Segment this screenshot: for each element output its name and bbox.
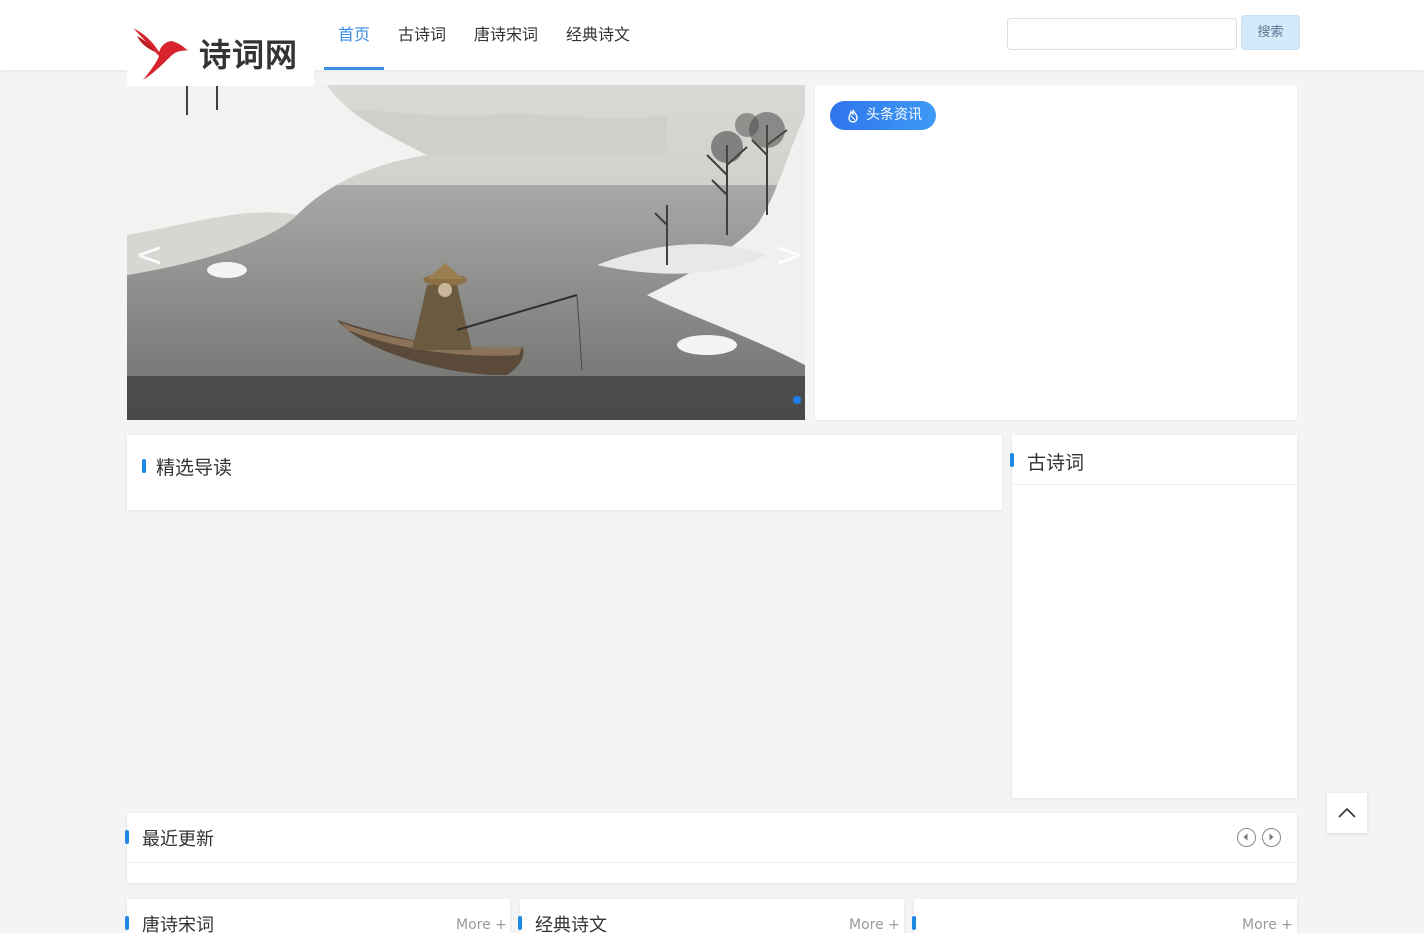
carousel-prev-arrow[interactable]: < (135, 235, 164, 275)
recent-updates-panel: 最近更新 (125, 813, 1297, 883)
more-link[interactable]: More + (1242, 917, 1293, 933)
site-logo[interactable]: 诗词网 (127, 18, 314, 86)
ancient-poems-header: 古诗词 (1010, 435, 1297, 485)
card-title: 唐诗宋词 (142, 915, 214, 933)
section-marker (518, 916, 522, 930)
ancient-poems-panel: 古诗词 (1010, 435, 1297, 798)
nav-item-home[interactable]: 首页 (324, 0, 385, 70)
caret-right-icon (1269, 833, 1274, 841)
section-marker (1010, 453, 1014, 467)
section-marker (125, 916, 129, 930)
image-carousel[interactable]: < > (127, 85, 805, 420)
recent-updates-title: 最近更新 (142, 829, 214, 850)
card-third: More + (912, 899, 1297, 933)
nav-item-classics[interactable]: 经典诗文 (552, 0, 644, 70)
card-classics: 经典诗文 More + (518, 899, 904, 933)
card-tang-song: 唐诗宋词 More + (125, 899, 510, 933)
back-to-top-button[interactable] (1327, 793, 1367, 833)
search-button[interactable]: 搜索 (1241, 15, 1300, 50)
ancient-poems-title: 古诗词 (1027, 452, 1085, 474)
recent-prev-button[interactable] (1237, 828, 1256, 847)
more-link[interactable]: More + (456, 917, 507, 933)
nav-item-ancient-poems[interactable]: 古诗词 (384, 0, 460, 70)
caret-left-icon (1243, 833, 1248, 841)
headline-news-badge[interactable]: 头条资讯 (830, 101, 936, 130)
featured-title: 精选导读 (156, 457, 233, 479)
winter-fishing-painting (127, 85, 805, 420)
more-link[interactable]: More + (849, 917, 900, 933)
headline-badge-label: 头条资讯 (866, 107, 922, 123)
recent-next-button[interactable] (1262, 828, 1281, 847)
nav-item-tang-song[interactable]: 唐诗宋词 (460, 0, 552, 70)
carousel-caption-bar (127, 376, 805, 420)
section-marker (912, 916, 916, 930)
chevron-up-icon (1338, 807, 1356, 818)
card-title: 经典诗文 (535, 915, 607, 933)
section-marker (142, 459, 146, 473)
carousel-dot-active[interactable] (793, 396, 801, 404)
recent-updates-header: 最近更新 (125, 813, 1297, 863)
swallow-logo-icon (133, 28, 189, 80)
featured-reading-panel: 精选导读 (127, 435, 1002, 510)
fire-icon (848, 109, 858, 123)
search-input[interactable] (1007, 18, 1237, 50)
logo-text: 诗词网 (199, 36, 299, 74)
carousel-next-arrow[interactable]: > (775, 235, 804, 275)
headline-news-panel: 头条资讯 (815, 85, 1297, 420)
main-nav: 首页 古诗词 唐诗宋词 经典诗文 (324, 0, 644, 70)
section-marker (125, 830, 129, 844)
